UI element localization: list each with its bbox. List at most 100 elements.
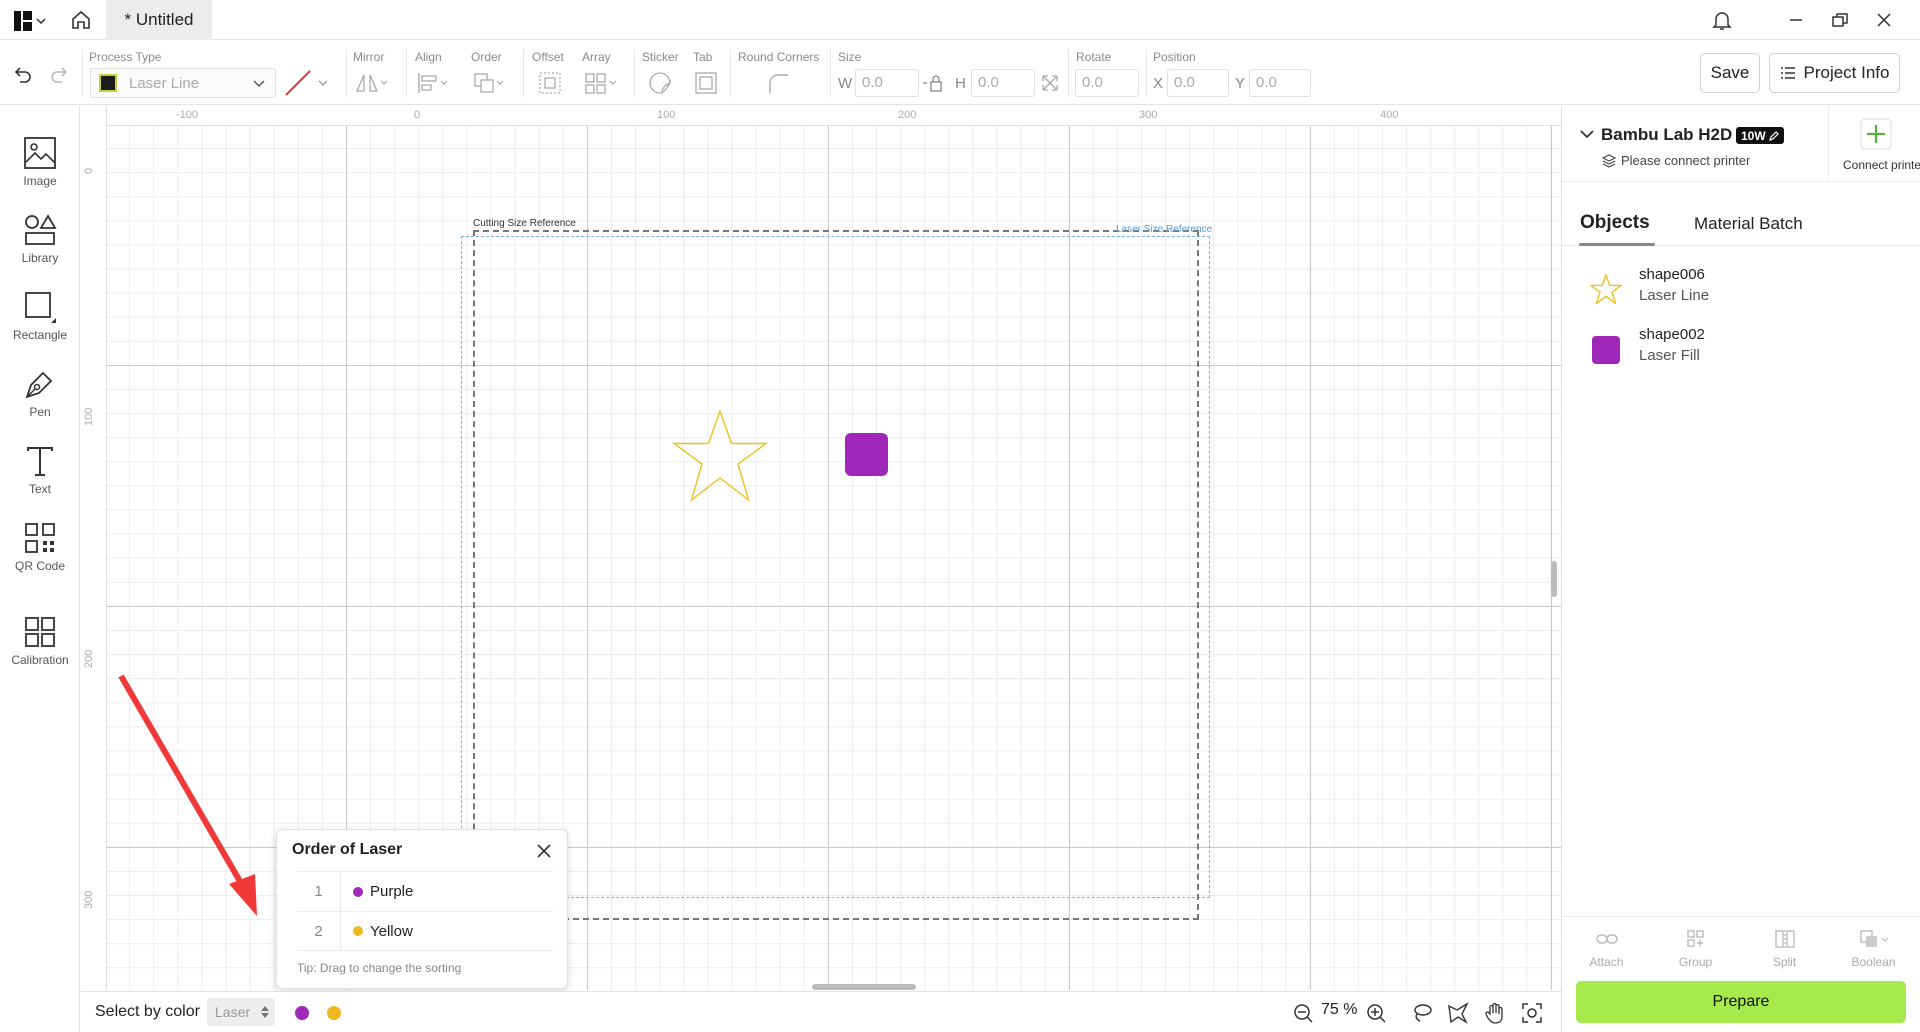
zoom-in-icon[interactable]: [1366, 1003, 1386, 1023]
hand-pan-icon[interactable]: [1484, 1002, 1506, 1024]
sticker-icon[interactable]: [648, 71, 672, 95]
mirror-label: Mirror: [353, 50, 385, 64]
select-by-color-dropdown[interactable]: Laser: [207, 998, 275, 1026]
yellow-color-filter[interactable]: [327, 1006, 341, 1020]
printer-badge[interactable]: 10W: [1736, 127, 1784, 144]
object-name: shape006: [1639, 266, 1705, 283]
scale-icon[interactable]: [1040, 73, 1060, 93]
pen-select-icon[interactable]: [1447, 1002, 1469, 1024]
tab-objects[interactable]: Objects: [1580, 212, 1650, 234]
minimize-icon[interactable]: [1784, 8, 1808, 32]
title-bar: * Untitled: [0, 0, 1920, 40]
toolbar: Process Type Laser Line Mirror Align Ord…: [0, 41, 1920, 105]
lasso-icon[interactable]: [1411, 1002, 1433, 1024]
prepare-button[interactable]: Prepare: [1576, 981, 1906, 1023]
cutting-size-reference-label: Cutting Size Reference: [473, 218, 576, 229]
width-input[interactable]: 0.0: [855, 69, 919, 97]
rotate-input[interactable]: 0.0: [1075, 69, 1139, 97]
object-name: shape002: [1639, 326, 1705, 343]
redo-icon[interactable]: [48, 63, 70, 85]
sidebar-item-rectangle[interactable]: Rectangle: [0, 282, 80, 352]
ruler-tick-label: 300: [1139, 109, 1158, 121]
mirror-icon[interactable]: [354, 71, 390, 95]
order-row-purple[interactable]: 1 Purple: [297, 871, 553, 911]
group-button[interactable]: Group: [1651, 929, 1740, 969]
connect-printer-button[interactable]: Connect printer: [1828, 106, 1920, 182]
order-icon[interactable]: [472, 71, 508, 95]
document-tab[interactable]: * Untitled: [106, 0, 212, 40]
array-icon[interactable]: [584, 71, 620, 95]
chevron-down-icon: [36, 18, 46, 24]
round-corners-label: Round Corners: [738, 50, 820, 64]
cutting-size-reference: [473, 230, 1199, 920]
horizontal-scrollbar[interactable]: [812, 984, 916, 990]
ruler-tick-label: 200: [898, 109, 917, 121]
size-label: Size: [838, 50, 862, 64]
close-icon[interactable]: [535, 842, 553, 860]
purple-color-filter[interactable]: [295, 1006, 309, 1020]
undo-icon[interactable]: [12, 63, 34, 85]
process-type-select[interactable]: Laser Line: [90, 68, 276, 98]
sidebar-item-pen[interactable]: Pen: [0, 359, 80, 429]
line-color-picker[interactable]: [284, 68, 332, 98]
split-label: Split: [1772, 955, 1797, 969]
star-shape[interactable]: [670, 408, 770, 504]
yellow-dot-icon: [353, 926, 363, 936]
align-icon[interactable]: [416, 71, 452, 95]
tab-material-batch[interactable]: Material Batch: [1694, 214, 1803, 234]
tab-icon[interactable]: [694, 71, 718, 95]
sidebar-item-label: Pen: [29, 405, 51, 419]
popup-tip: Tip: Drag to change the sorting: [297, 961, 462, 975]
sidebar-item-label: Calibration: [11, 653, 69, 667]
round-corners-icon[interactable]: [766, 71, 790, 95]
group-icon: [1686, 930, 1704, 947]
zoom-out-icon[interactable]: [1293, 1003, 1313, 1023]
sidebar-item-calibration[interactable]: Calibration: [0, 607, 80, 677]
printer-section: Bambu Lab H2D 10W Please connect printer…: [1562, 106, 1920, 182]
red-arrow-annotation: [118, 674, 257, 916]
laser-size-reference-label: Laser Size Reference: [1116, 224, 1213, 235]
text-icon: [27, 447, 53, 476]
ruler-tick-label: 0: [414, 109, 421, 121]
split-button[interactable]: Split: [1740, 929, 1829, 969]
sidebar-item-qr-code[interactable]: QR Code: [0, 513, 80, 583]
plus-icon: [1860, 118, 1892, 150]
y-position-input[interactable]: 0.0: [1249, 69, 1311, 97]
object-item-shape002[interactable]: shape002 Laser Fill: [1576, 324, 1906, 372]
link-icon: [1595, 934, 1618, 944]
x-position-input[interactable]: 0.0: [1167, 69, 1229, 97]
save-button[interactable]: Save: [1700, 53, 1760, 93]
order-row-yellow[interactable]: 2 Yellow: [297, 911, 553, 951]
popup-title: Order of Laser: [292, 841, 403, 858]
offset-icon[interactable]: [538, 71, 562, 95]
bell-icon[interactable]: [1710, 8, 1734, 32]
attach-label: Attach: [1589, 955, 1624, 969]
ruler-tick-label: 400: [1380, 109, 1399, 121]
edit-icon: [1768, 130, 1779, 141]
home-icon[interactable]: [70, 9, 92, 31]
app-menu-button[interactable]: [14, 10, 48, 32]
process-type-value: Laser Line: [129, 74, 200, 92]
printer-status: Please connect printer: [1621, 153, 1751, 168]
lock-ratio-icon[interactable]: [922, 73, 946, 93]
printer-name[interactable]: Bambu Lab H2D: [1601, 125, 1732, 145]
object-item-shape006[interactable]: shape006 Laser Line: [1576, 264, 1906, 312]
sidebar-item-library[interactable]: Library: [0, 205, 80, 275]
sidebar-item-text[interactable]: Text: [0, 436, 80, 506]
chevron-down-icon: [318, 80, 328, 86]
no-color-swatch-icon: [285, 70, 311, 96]
close-window-icon[interactable]: [1872, 8, 1896, 32]
vertical-scrollbar[interactable]: [1551, 561, 1557, 597]
sidebar-item-image[interactable]: Image: [0, 128, 80, 198]
restore-icon[interactable]: [1828, 8, 1852, 32]
square-shape[interactable]: [845, 433, 888, 476]
boolean-button[interactable]: Boolean: [1829, 929, 1918, 969]
order-label: Order: [471, 50, 502, 64]
chevron-down-icon[interactable]: [1580, 130, 1594, 139]
height-input[interactable]: 0.0: [971, 69, 1035, 97]
fit-view-icon[interactable]: [1521, 1002, 1543, 1024]
attach-button[interactable]: Attach: [1562, 929, 1651, 969]
right-panel: Bambu Lab H2D 10W Please connect printer…: [1561, 106, 1920, 1032]
project-info-button[interactable]: Project Info: [1769, 53, 1900, 93]
position-label: Position: [1153, 50, 1196, 64]
